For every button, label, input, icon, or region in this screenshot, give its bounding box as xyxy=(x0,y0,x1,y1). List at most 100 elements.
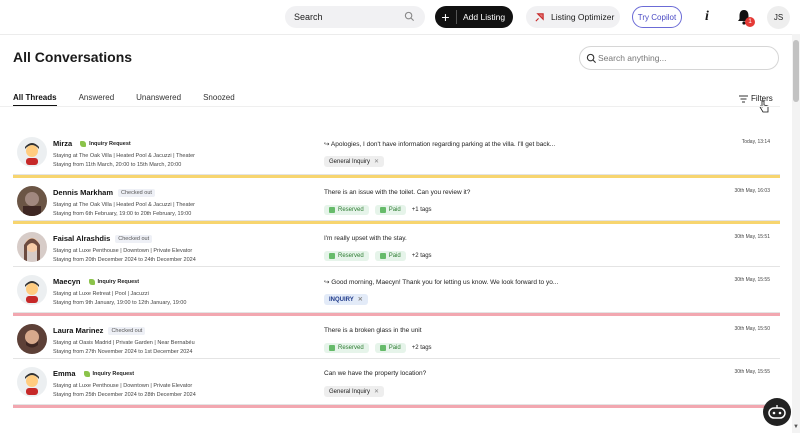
search-icon xyxy=(404,11,415,22)
calendar-icon xyxy=(329,207,335,213)
tag-label: Reserved xyxy=(338,207,364,213)
tag-chip[interactable]: Reserved xyxy=(324,205,369,215)
money-icon xyxy=(379,253,386,259)
listing-info: Staying at The Oak Villa | Heated Pool &… xyxy=(53,153,195,159)
tag-chip[interactable]: INQUIRY ✕ xyxy=(324,294,368,305)
more-tags[interactable]: +2 tags xyxy=(412,345,432,351)
status-label: Inquiry Request xyxy=(89,140,131,147)
timestamp: 30th May, 16:03 xyxy=(734,188,771,194)
user-avatar[interactable]: JS xyxy=(767,6,790,29)
conversation-row[interactable]: Maecyn Inquiry Request Staying at Luxe R… xyxy=(13,267,780,313)
search-icon xyxy=(586,53,597,64)
info-icon[interactable]: i xyxy=(697,7,717,27)
timestamp: 30th May, 15:50 xyxy=(734,326,771,332)
guest-photo xyxy=(17,232,47,262)
guest-avatar xyxy=(17,186,51,220)
divider xyxy=(0,34,792,35)
tag-chip[interactable]: General Inquiry ✕ xyxy=(324,386,385,397)
timestamp: 30th May, 15:55 xyxy=(734,369,771,375)
tag-chip[interactable]: Paid xyxy=(374,343,406,353)
status-badge: Inquiry Request xyxy=(77,140,134,148)
tag-label: INQUIRY xyxy=(329,296,354,303)
tab-all-threads[interactable]: All Threads xyxy=(13,93,57,106)
guest-name: Laura Marinez xyxy=(53,326,104,335)
top-bar: Search + Add Listing Listing Optimizer T… xyxy=(0,0,800,34)
status-badge: Inquiry Request xyxy=(86,278,143,286)
tag-chip[interactable]: Reserved xyxy=(324,251,369,261)
tag-label: General Inquiry xyxy=(329,388,371,395)
tab-snoozed[interactable]: Snoozed xyxy=(203,93,235,106)
tag-chip[interactable]: General Inquiry ✕ xyxy=(324,156,385,167)
tag-label: Reserved xyxy=(338,253,364,259)
conversation-row[interactable]: Dennis Markham Checked out Staying at Th… xyxy=(13,175,780,221)
global-search[interactable]: Search xyxy=(285,6,425,28)
guest-name: Dennis Markham xyxy=(53,188,114,197)
guest-avatar xyxy=(17,137,51,171)
stay-dates: Staying from 27th November 2024 to 1st D… xyxy=(53,349,193,355)
conversation-row[interactable]: Laura Marinez Checked out Staying at Oas… xyxy=(13,313,780,359)
notification-badge: 1 xyxy=(745,17,755,27)
cartoon-avatar-icon xyxy=(17,275,47,305)
guest-name: Faisal Alrashdis xyxy=(53,234,111,243)
tag-chip[interactable]: Paid xyxy=(374,251,406,261)
close-icon[interactable]: ✕ xyxy=(374,158,379,165)
status-label: Inquiry Request xyxy=(97,278,140,285)
thread-tabs: All Threads Answered Unanswered Snoozed xyxy=(13,93,257,106)
stay-dates: Staying from 25th December 2024 to 28th … xyxy=(53,392,196,398)
stay-dates: Staying from 11th March, 20:00 to 15th M… xyxy=(53,162,182,168)
listing-info: Staying at Luxe Penthouse | Downtown | P… xyxy=(53,248,193,254)
try-copilot-button[interactable]: Try Copilot xyxy=(632,6,682,28)
rocket-icon xyxy=(535,12,544,22)
search-input[interactable] xyxy=(598,53,768,63)
divider xyxy=(0,106,780,107)
tag-label: Paid xyxy=(388,253,401,259)
last-message: There is an issue with the toilet. Can y… xyxy=(324,189,471,196)
timestamp: 30th May, 15:51 xyxy=(734,234,771,240)
conversation-row[interactable]: Faisal Alrashdis Checked out Staying at … xyxy=(13,221,780,267)
add-listing-label: Add Listing xyxy=(463,12,506,22)
tag-chip[interactable]: Paid xyxy=(374,205,406,215)
scrollbar-thumb[interactable] xyxy=(793,40,799,102)
listing-info: Staying at The Oak Villa | Heated Pool &… xyxy=(53,202,195,208)
close-icon[interactable]: ✕ xyxy=(374,388,379,395)
last-message: There is a broken glass in the unit xyxy=(324,327,422,334)
close-icon[interactable]: ✕ xyxy=(358,296,363,303)
tag-label: General Inquiry xyxy=(329,158,371,165)
listing-info: Staying at Oasis Madrid | Private Garden… xyxy=(53,340,195,346)
calendar-icon xyxy=(329,345,335,351)
last-message: Can we have the property location? xyxy=(324,370,427,377)
leaf-icon xyxy=(88,278,95,285)
listing-info: Staying at Luxe Retreat | Pool | Jacuzzi xyxy=(53,291,149,297)
more-tags[interactable]: +1 tags xyxy=(412,207,432,213)
conversation-search[interactable] xyxy=(579,46,779,70)
tab-unanswered[interactable]: Unanswered xyxy=(136,93,181,106)
conversation-row[interactable]: Mirza Inquiry Request Staying at The Oak… xyxy=(13,129,780,175)
guest-name: Mirza xyxy=(53,139,73,148)
conversation-row[interactable] xyxy=(13,405,780,411)
money-icon xyxy=(379,207,386,213)
tag-chip[interactable]: Reserved xyxy=(324,343,369,353)
guest-name: Maecyn xyxy=(53,277,81,286)
listing-info: Staying at Luxe Penthouse | Downtown | P… xyxy=(53,383,193,389)
status-label: Inquiry Request xyxy=(92,370,135,377)
tag-label: Paid xyxy=(388,207,401,213)
tab-answered[interactable]: Answered xyxy=(79,93,115,106)
listing-optimizer-label: Listing Optimizer xyxy=(551,12,615,22)
status-badge: Checked out xyxy=(108,326,146,335)
add-listing-button[interactable]: + Add Listing xyxy=(435,6,513,28)
cartoon-avatar-icon xyxy=(17,367,47,397)
conversation-row[interactable]: Emma Inquiry Request Staying at Luxe Pen… xyxy=(13,359,780,405)
assistant-bot-button[interactable] xyxy=(763,398,791,426)
listing-optimizer-button[interactable]: Listing Optimizer xyxy=(526,6,620,28)
more-tags[interactable]: +2 tags xyxy=(412,253,432,259)
conversation-list: Mirza Inquiry Request Staying at The Oak… xyxy=(13,129,780,411)
last-message: I'm really upset with the stay. xyxy=(324,235,407,242)
calendar-icon xyxy=(329,253,335,259)
last-message: ↪ Good morning, Maecyn! Thank you for le… xyxy=(324,279,559,286)
stay-dates: Staying from 6th February, 19:00 to 20th… xyxy=(53,211,192,217)
guest-photo xyxy=(17,324,47,354)
tag-label: Reserved xyxy=(338,345,364,351)
scroll-down-arrow-icon[interactable]: ▼ xyxy=(793,424,799,430)
leaf-icon xyxy=(80,140,87,147)
status-badge: Checked out xyxy=(118,188,155,197)
